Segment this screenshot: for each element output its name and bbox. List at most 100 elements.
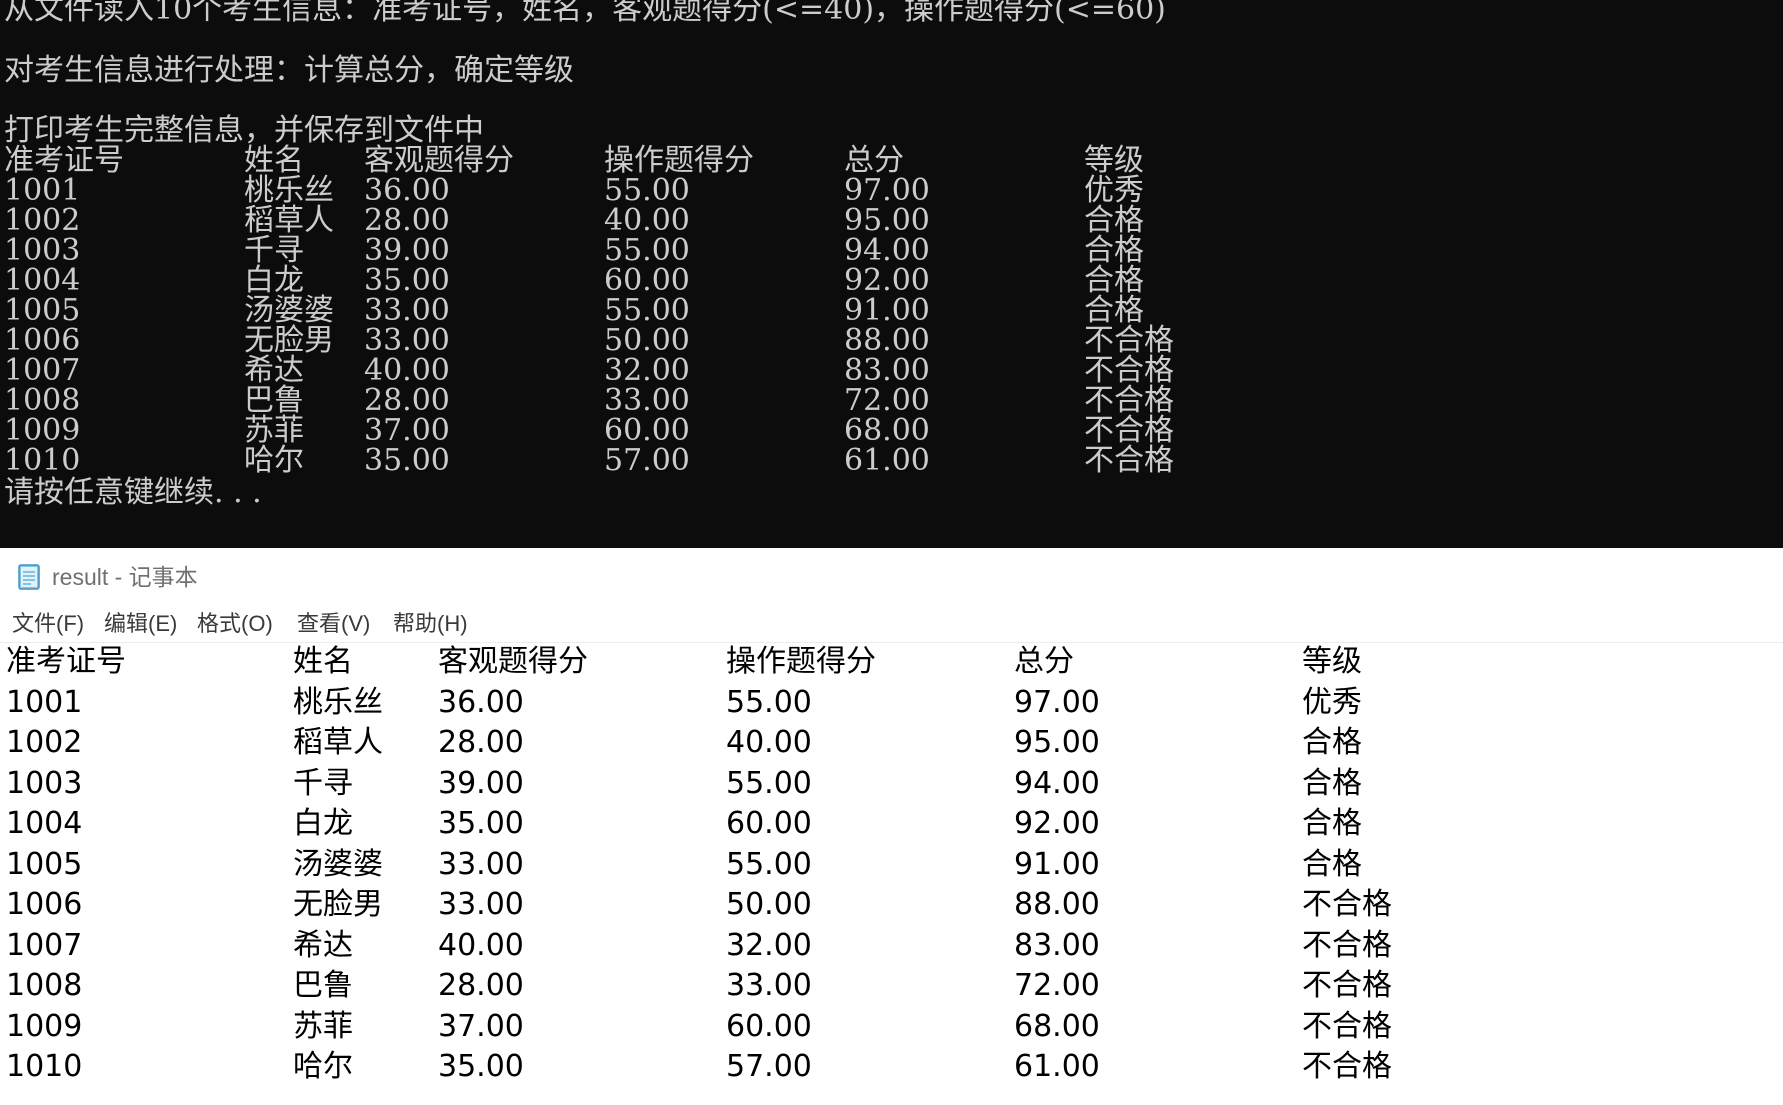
notepad-cell-operation-score: 50.00 (726, 887, 812, 922)
console-cell-total-score: 83.00 (844, 353, 930, 388)
notepad-cell-objective-score: 36.00 (438, 684, 524, 720)
console-cell-objective-score: 37.00 (364, 413, 450, 448)
console-cell-objective-score: 33.00 (364, 323, 450, 358)
console-cell-objective-score: 35.00 (364, 443, 450, 478)
console-cell-grade: 不合格 (1084, 353, 1174, 388)
menu-format[interactable]: 格式(O) (197, 610, 273, 638)
console-cell-grade: 不合格 (1084, 443, 1174, 478)
notepad-header-objective-score: 客观题得分 (438, 644, 588, 679)
console-cell-operation-score: 32.00 (604, 353, 690, 388)
console-cell-id: 1002 (4, 203, 81, 238)
console-line-process: 对考生信息进行处理：计算总分，确定等级 (4, 53, 574, 88)
console-cell-grade: 不合格 (1084, 323, 1174, 358)
text-editor[interactable]: 准考证号 姓名 客观题得分 操作题得分 总分 等级 1001 桃乐丝 36.00 55.00 97.… (0, 643, 1783, 1105)
notepad-cell-grade: 合格 (1302, 806, 1362, 841)
notepad-cell-name: 哈尔 (293, 1049, 353, 1084)
notepad-cell-id: 1010 (6, 1049, 83, 1084)
console-cell-operation-score: 33.00 (604, 383, 690, 418)
notepad-cell-grade: 合格 (1302, 846, 1362, 882)
console-header-total-score: 总分 (844, 143, 904, 178)
console-header-objective-score: 客观题得分 (364, 143, 514, 178)
notepad-cell-grade: 合格 (1302, 725, 1362, 760)
console-cell-id: 1003 (4, 233, 81, 268)
notepad-cell-grade: 不合格 (1302, 927, 1392, 963)
console-cell-total-score: 95.00 (844, 203, 930, 238)
notepad-cell-name: 希达 (293, 927, 353, 963)
console-cell-objective-score: 40.00 (364, 353, 450, 388)
console-cell-operation-score: 57.00 (604, 443, 690, 478)
console-cell-grade: 不合格 (1084, 413, 1174, 448)
console-cell-grade: 合格 (1084, 263, 1144, 298)
console-cell-objective-score: 28.00 (364, 203, 450, 238)
console-cell-id: 1010 (4, 443, 81, 478)
console-cell-operation-score: 40.00 (604, 203, 690, 238)
console-cell-total-score: 92.00 (844, 263, 930, 298)
notepad-cell-id: 1005 (6, 846, 83, 882)
notepad-cell-id: 1003 (6, 765, 83, 801)
console-cell-objective-score: 28.00 (364, 383, 450, 418)
notepad-cell-total-score: 97.00 (1014, 684, 1100, 720)
notepad-cell-name: 桃乐丝 (293, 684, 383, 720)
notepad-cell-id: 1007 (6, 927, 83, 963)
notepad-cell-total-score: 61.00 (1014, 1049, 1100, 1084)
notepad-header-id: 准考证号 (6, 644, 126, 679)
notepad-titlebar[interactable]: result - 记事本 (0, 548, 1783, 604)
notepad-cell-operation-score: 55.00 (726, 765, 812, 801)
notepad-cell-total-score: 68.00 (1014, 1008, 1100, 1044)
console-cell-name: 哈尔 (244, 443, 304, 478)
console-cell-name: 千寻 (244, 233, 304, 268)
notepad-cell-objective-score: 35.00 (438, 806, 524, 841)
notepad-cell-total-score: 88.00 (1014, 887, 1100, 922)
notepad-cell-total-score: 72.00 (1014, 968, 1100, 1003)
console-cell-grade: 优秀 (1084, 173, 1144, 208)
console-header-operation-score: 操作题得分 (604, 143, 754, 178)
console-cell-id: 1009 (4, 413, 81, 448)
notepad-cell-operation-score: 33.00 (726, 968, 812, 1003)
notepad-cell-total-score: 91.00 (1014, 846, 1100, 882)
console-cell-operation-score: 60.00 (604, 413, 690, 448)
notepad-cell-name: 苏菲 (293, 1008, 353, 1044)
console-cell-grade: 合格 (1084, 233, 1144, 268)
notepad-header-grade: 等级 (1302, 644, 1362, 679)
notepad-cell-grade: 不合格 (1302, 1008, 1392, 1044)
console-cell-name: 桃乐丝 (244, 173, 334, 208)
menu-file[interactable]: 文件(F) (12, 610, 84, 638)
notepad-window: result - 记事本 文件(F) 编辑(E) 格式(O) 查看(V) 帮助(… (0, 548, 1783, 1105)
console-cell-name: 希达 (244, 353, 304, 388)
notepad-cell-operation-score: 40.00 (726, 725, 812, 760)
console-cell-name: 苏菲 (244, 413, 304, 448)
console-line-intro: 从文件读入10个考生信息：准考证号，姓名，客观题得分(<=40)，操作题得分(<… (4, 0, 1166, 27)
notepad-cell-objective-score: 33.00 (438, 887, 524, 922)
notepad-cell-id: 1008 (6, 968, 83, 1003)
menu-view[interactable]: 查看(V) (297, 610, 370, 638)
notepad-cell-objective-score: 40.00 (438, 927, 524, 963)
console-cell-total-score: 61.00 (844, 443, 930, 478)
console-cell-grade: 不合格 (1084, 383, 1174, 418)
notepad-cell-id: 1006 (6, 887, 83, 922)
console-header-name: 姓名 (244, 143, 304, 178)
console-cell-total-score: 91.00 (844, 293, 930, 328)
notepad-cell-operation-score: 55.00 (726, 846, 812, 882)
notepad-cell-total-score: 83.00 (1014, 927, 1100, 963)
notepad-cell-objective-score: 28.00 (438, 725, 524, 760)
console-cell-objective-score: 39.00 (364, 233, 450, 268)
notepad-header-name: 姓名 (293, 644, 353, 679)
notepad-cell-name: 汤婆婆 (293, 846, 383, 882)
console-cell-id: 1004 (4, 263, 81, 298)
menu-help[interactable]: 帮助(H) (393, 610, 468, 638)
console-cell-id: 1008 (4, 383, 81, 418)
console-cell-id: 1005 (4, 293, 81, 328)
notepad-cell-objective-score: 39.00 (438, 765, 524, 801)
notepad-icon (18, 564, 40, 590)
notepad-cell-objective-score: 37.00 (438, 1008, 524, 1044)
console-cell-name: 白龙 (244, 263, 304, 298)
notepad-cell-operation-score: 55.00 (726, 684, 812, 720)
console-header-grade: 等级 (1084, 143, 1144, 178)
notepad-cell-grade: 不合格 (1302, 968, 1392, 1003)
console-cell-id: 1006 (4, 323, 81, 358)
console-cell-operation-score: 55.00 (604, 293, 690, 328)
notepad-cell-operation-score: 57.00 (726, 1049, 812, 1084)
console-cell-total-score: 97.00 (844, 173, 930, 208)
menu-edit[interactable]: 编辑(E) (104, 610, 177, 638)
console-cell-total-score: 88.00 (844, 323, 930, 358)
